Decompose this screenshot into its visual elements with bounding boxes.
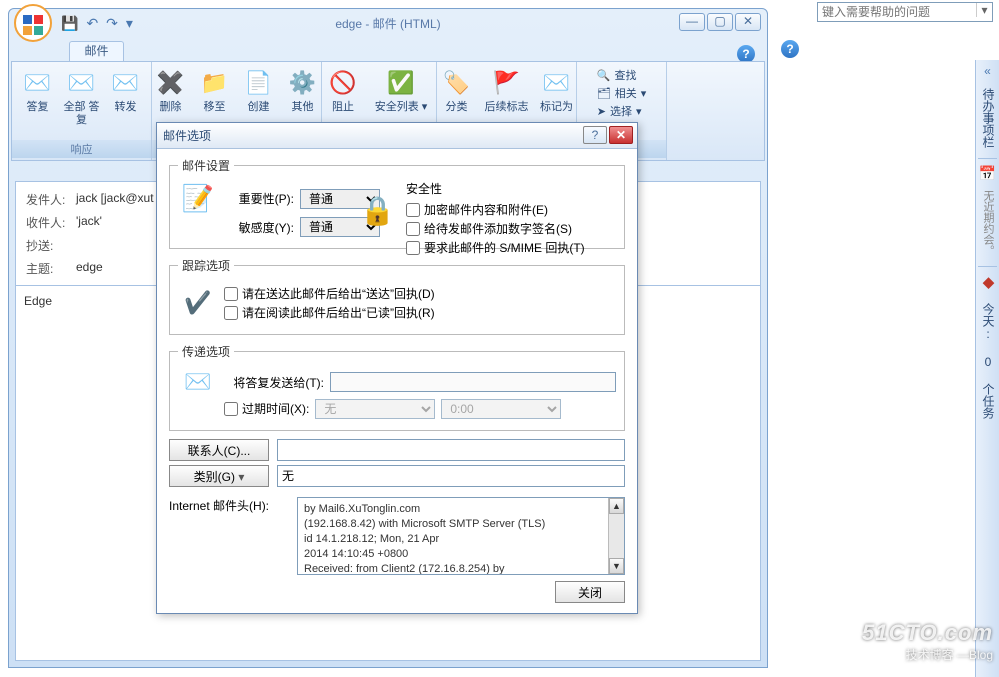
dialog-help-button[interactable]: ? bbox=[583, 126, 607, 144]
office-logo-icon bbox=[13, 3, 53, 43]
related-button[interactable]: 🗂 相关 ▾ bbox=[597, 85, 647, 101]
contacts-button[interactable]: 联系人(C)... bbox=[169, 439, 269, 461]
help-icon[interactable]: ? bbox=[781, 40, 799, 58]
security-legend: 安全性 bbox=[406, 180, 630, 197]
categorize-button[interactable]: 🏷️分类 bbox=[438, 65, 476, 114]
delivery-legend: 传递选项 bbox=[178, 343, 234, 360]
importance-label: 重要性(P): bbox=[224, 190, 294, 207]
followup-button[interactable]: 🚩后续标志 bbox=[482, 65, 532, 114]
scroll-down-icon[interactable]: ▼ bbox=[609, 558, 624, 574]
fieldset-settings: 邮件设置 📝 重要性(P): 普通 敏感度(Y): 普通 安全性 🔒 加密邮件内… bbox=[169, 157, 625, 249]
read-receipt-label: 请在阅读此邮件后给出“已读”回执(R) bbox=[242, 304, 435, 321]
select-button[interactable]: ➤ 选择 ▾ bbox=[597, 103, 642, 119]
read-receipt-checkbox[interactable] bbox=[224, 306, 238, 320]
cc-label: 抄送: bbox=[26, 237, 76, 254]
watermark-sub: 技术博客 —Blog bbox=[862, 646, 993, 663]
lock-icon: 🔒 bbox=[360, 194, 395, 227]
close-window-button[interactable]: ✕ bbox=[735, 13, 761, 31]
help-search-dropdown[interactable]: ▾ bbox=[976, 3, 992, 17]
mark-as-button[interactable]: ✉️标记为 bbox=[538, 65, 576, 114]
reply-button[interactable]: ✉️答复 bbox=[19, 65, 57, 127]
find-button[interactable]: 🔍 查找 bbox=[597, 67, 637, 83]
encrypt-checkbox[interactable] bbox=[406, 203, 420, 217]
watermark-big: 51CTO.com bbox=[862, 620, 993, 646]
move-button[interactable]: 📁移至 bbox=[196, 65, 234, 114]
reply-all-button[interactable]: ✉️全部 答复 bbox=[63, 65, 101, 127]
settings-legend: 邮件设置 bbox=[178, 157, 234, 174]
fieldset-tracking: 跟踪选项 ✔️ 请在送达此邮件后给出“送达”回执(D) 请在阅读此邮件后给出“已… bbox=[169, 257, 625, 335]
no-appointments-label: 无近期约会。 bbox=[976, 184, 999, 262]
create-button[interactable]: 📄创建 bbox=[240, 65, 278, 114]
block-sender-button[interactable]: 🚫阻止 bbox=[324, 65, 362, 114]
sign-label: 给待发邮件添加数字签名(S) bbox=[424, 220, 572, 237]
save-icon[interactable]: 💾 bbox=[61, 15, 78, 32]
category-button[interactable]: 类别(G) bbox=[169, 465, 269, 487]
reply-to-label: 将答复发送给(T): bbox=[224, 374, 324, 391]
expire-checkbox[interactable] bbox=[224, 402, 238, 416]
smime-label: 要求此邮件的 S/MIME 回执(T) bbox=[424, 239, 585, 256]
delete-button[interactable]: ✖️删除 bbox=[152, 65, 190, 114]
undo-icon[interactable]: ↶ bbox=[86, 15, 98, 32]
calendar-icon[interactable]: 📅 bbox=[976, 163, 999, 184]
window-titlebar: 💾 ↶ ↷ ▾ edge - 邮件 (HTML) — ▢ ✕ bbox=[9, 9, 767, 37]
scroll-up-icon[interactable]: ▲ bbox=[609, 498, 624, 514]
subject-label: 主题: bbox=[26, 260, 76, 277]
other-actions-button[interactable]: ⚙️其他 bbox=[284, 65, 322, 114]
expire-date-select: 无 bbox=[315, 399, 435, 419]
close-button[interactable]: 关闭 bbox=[555, 581, 625, 603]
note-icon: 📝 bbox=[182, 183, 214, 214]
internet-headers-box[interactable]: by Mail6.XuTonglin.com (192.168.8.42) wi… bbox=[297, 497, 625, 575]
envelope-icon: ✉️ bbox=[184, 369, 211, 395]
reply-to-input bbox=[330, 372, 616, 392]
headers-scrollbar[interactable]: ▲ ▼ bbox=[608, 498, 624, 574]
safe-list-button[interactable]: ✅安全列表 ▾ bbox=[368, 65, 434, 114]
minimize-button[interactable]: — bbox=[679, 13, 705, 31]
contacts-input[interactable] bbox=[277, 439, 625, 461]
headers-label: Internet 邮件头(H): bbox=[169, 497, 289, 575]
qat-more-icon[interactable]: ▾ bbox=[126, 15, 133, 32]
dialog-title: 邮件选项 bbox=[163, 127, 211, 144]
task-pane: « 待办事项栏 📅 无近期约会。 ◆ 今天: 0 个任务 bbox=[975, 60, 999, 677]
sign-checkbox[interactable] bbox=[406, 222, 420, 236]
encrypt-label: 加密邮件内容和附件(E) bbox=[424, 201, 548, 218]
delivery-receipt-label: 请在送达此邮件后给出“送达”回执(D) bbox=[242, 285, 435, 302]
tab-mail[interactable]: 邮件 bbox=[69, 41, 124, 61]
help-search[interactable]: ▾ bbox=[817, 2, 993, 22]
maximize-button[interactable]: ▢ bbox=[707, 13, 733, 31]
from-label: 发件人: bbox=[26, 191, 76, 208]
sensitivity-label: 敏感度(Y): bbox=[224, 219, 294, 236]
from-value: jack [jack@xut bbox=[76, 191, 154, 208]
window-title: edge - 邮件 (HTML) bbox=[335, 15, 440, 32]
group-respond-label: 响应 bbox=[12, 140, 151, 158]
collapse-chevron-icon[interactable]: « bbox=[976, 60, 999, 82]
smime-receipt-checkbox[interactable] bbox=[406, 241, 420, 255]
fieldset-delivery: 传递选项 ✉️ 将答复发送给(T): 过期时间(X): 无 0:00 bbox=[169, 343, 625, 431]
today-tasks-label: ◆ 今天: 0 个任务 bbox=[976, 271, 999, 425]
redo-icon[interactable]: ↷ bbox=[106, 15, 118, 32]
quick-access-toolbar: 💾 ↶ ↷ ▾ bbox=[61, 15, 133, 32]
dialog-titlebar: 邮件选项 ? ✕ bbox=[157, 123, 637, 149]
to-label: 收件人: bbox=[26, 214, 76, 231]
subject-value: edge bbox=[76, 260, 103, 277]
checkmark-icon: ✔️ bbox=[184, 290, 211, 316]
expire-label: 过期时间(X): bbox=[242, 400, 309, 417]
help-search-input[interactable] bbox=[818, 3, 973, 21]
category-value: 无 bbox=[277, 465, 625, 487]
delivery-receipt-checkbox[interactable] bbox=[224, 287, 238, 301]
dialog-close-button[interactable]: ✕ bbox=[609, 126, 633, 144]
tracking-legend: 跟踪选项 bbox=[178, 257, 234, 274]
to-value: 'jack' bbox=[76, 214, 102, 231]
expire-time-select: 0:00 bbox=[441, 399, 561, 419]
watermark: 51CTO.com 技术博客 —Blog bbox=[862, 620, 993, 663]
mail-options-dialog: 邮件选项 ? ✕ 邮件设置 📝 重要性(P): 普通 敏感度(Y): 普通 安全… bbox=[156, 122, 638, 614]
forward-button[interactable]: ✉️转发 bbox=[107, 65, 145, 127]
task-pane-title: 待办事项栏 bbox=[976, 82, 999, 154]
